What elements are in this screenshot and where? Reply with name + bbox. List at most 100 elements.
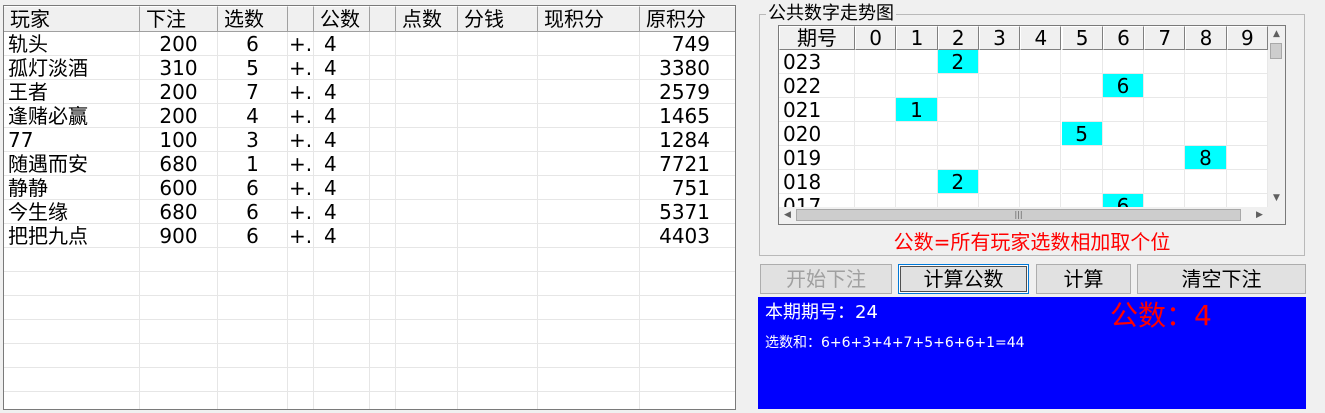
- share: [458, 80, 538, 104]
- table-row[interactable]: 孤灯淡酒 310 5 +. 4 3380: [4, 56, 735, 80]
- trend-header-digit[interactable]: 1: [896, 26, 938, 50]
- trend-empty-cell: [978, 50, 1021, 74]
- operator: +.: [288, 104, 314, 128]
- picked-number: 7: [218, 80, 288, 104]
- col-header-original[interactable]: 原积分: [640, 6, 735, 32]
- scroll-up-icon[interactable]: ▲: [1268, 26, 1285, 43]
- trend-header-digit[interactable]: 3: [978, 26, 1021, 50]
- trend-empty-cell: [1226, 170, 1268, 194]
- start-bet-button[interactable]: 开始下注: [760, 264, 892, 294]
- trend-row[interactable]: 019 8: [779, 146, 1269, 170]
- trend-empty-cell: [1226, 98, 1268, 122]
- trend-empty-cell: [896, 170, 938, 194]
- trend-header-digit[interactable]: 5: [1061, 26, 1103, 50]
- table-row[interactable]: [4, 392, 735, 409]
- player-grid[interactable]: 玩家 下注 选数 公数 点数 分钱 现积分 原积分 轨头 200 6 +. 4 749 孤灯…: [3, 5, 736, 410]
- trend-row[interactable]: 021 1: [779, 98, 1269, 122]
- points: [396, 200, 458, 224]
- clear-bet-button[interactable]: 清空下注: [1137, 264, 1306, 294]
- trend-grid[interactable]: 期号 0 1 2 3 4 5 6 7 8 9 023 2 022 6 021 1 020 5 019 8 018 2 017…: [778, 25, 1286, 225]
- trend-header-digit[interactable]: 8: [1185, 26, 1227, 50]
- table-row[interactable]: [4, 368, 735, 392]
- trend-empty-cell: [855, 122, 897, 146]
- col-header-public[interactable]: 公数: [314, 6, 370, 32]
- bet-amount: 200: [140, 104, 218, 128]
- col-header-bet[interactable]: 下注: [140, 6, 218, 32]
- table-row[interactable]: 轨头 200 6 +. 4 749: [4, 32, 735, 56]
- original-score: 751: [640, 176, 735, 200]
- col-header-current[interactable]: 现积分: [538, 6, 640, 32]
- horizontal-scroll-thumb[interactable]: |||: [796, 209, 1241, 221]
- trend-row[interactable]: 020 5: [779, 122, 1269, 146]
- trend-header-period[interactable]: 期号: [779, 26, 855, 50]
- trend-header-digit[interactable]: 9: [1226, 26, 1268, 50]
- scroll-left-icon[interactable]: ◀: [779, 207, 796, 224]
- public-number: [314, 296, 370, 320]
- trend-empty-cell: [855, 146, 897, 170]
- table-row[interactable]: [4, 320, 735, 344]
- trend-header-digit[interactable]: 0: [855, 26, 897, 50]
- table-row[interactable]: 逢赌必赢 200 4 +. 4 1465: [4, 104, 735, 128]
- table-row[interactable]: [4, 296, 735, 320]
- table-row[interactable]: [4, 272, 735, 296]
- table-row[interactable]: 今生缘 680 6 +. 4 5371: [4, 200, 735, 224]
- scroll-right-icon[interactable]: ▶: [1251, 207, 1268, 224]
- current-period-label: 本期期号：24: [765, 302, 878, 323]
- blank-cell: [370, 152, 396, 176]
- col-header-share[interactable]: 分钱: [458, 6, 538, 32]
- bet-amount: 680: [140, 200, 218, 224]
- vertical-scroll-thumb[interactable]: [1270, 43, 1282, 59]
- trend-empty-cell: [1144, 146, 1186, 170]
- player-name: [4, 296, 140, 320]
- public-number-label: 公数：4: [1110, 299, 1212, 332]
- table-row[interactable]: 静静 600 6 +. 4 751: [4, 176, 735, 200]
- trend-empty-cell: [978, 98, 1021, 122]
- trend-empty-cell: [1020, 170, 1062, 194]
- trend-header-digit[interactable]: 4: [1020, 26, 1062, 50]
- current-score: [538, 56, 640, 80]
- trend-empty-cell: [1061, 98, 1103, 122]
- trend-header-digit[interactable]: 6: [1102, 26, 1145, 50]
- table-row[interactable]: [4, 344, 735, 368]
- col-header-pick[interactable]: 选数: [218, 6, 288, 32]
- player-grid-header: 玩家 下注 选数 公数 点数 分钱 现积分 原积分: [4, 6, 735, 32]
- player-name: [4, 248, 140, 272]
- trend-empty-cell: [937, 74, 979, 98]
- player-name: [4, 344, 140, 368]
- trend-hit-cell: 1: [896, 98, 938, 122]
- trend-row[interactable]: 018 2: [779, 170, 1269, 194]
- col-header-player[interactable]: 玩家: [4, 6, 140, 32]
- bet-amount: [140, 344, 218, 368]
- player-name: 轨头: [4, 32, 140, 56]
- trend-horizontal-scrollbar[interactable]: ◀ ||| ▶: [779, 207, 1268, 224]
- table-row[interactable]: 77 100 3 +. 4 1284: [4, 128, 735, 152]
- blank-cell: [370, 344, 396, 368]
- col-header-op[interactable]: [288, 6, 314, 32]
- col-header-blank[interactable]: [370, 6, 396, 32]
- table-row[interactable]: 把把九点 900 6 +. 4 4403: [4, 224, 735, 248]
- bet-amount: 200: [140, 80, 218, 104]
- calc-button[interactable]: 计算: [1036, 264, 1131, 294]
- trend-header-digit[interactable]: 2: [937, 26, 979, 50]
- trend-header-digit[interactable]: 7: [1144, 26, 1186, 50]
- trend-empty-cell: [1144, 98, 1186, 122]
- public-number: 4: [314, 128, 370, 152]
- trend-row[interactable]: 023 2: [779, 50, 1269, 74]
- calc-public-button[interactable]: 计算公数: [898, 264, 1029, 294]
- player-name: 静静: [4, 176, 140, 200]
- trend-empty-cell: [937, 146, 979, 170]
- scroll-down-icon[interactable]: ▼: [1268, 190, 1285, 207]
- original-score: [640, 392, 735, 409]
- trend-vertical-scrollbar[interactable]: ▲ ▼: [1268, 26, 1285, 207]
- trend-row[interactable]: 022 6: [779, 74, 1269, 98]
- picked-number: [218, 296, 288, 320]
- operator: +.: [288, 56, 314, 80]
- blank-cell: [370, 32, 396, 56]
- table-row[interactable]: [4, 248, 735, 272]
- col-header-points[interactable]: 点数: [396, 6, 458, 32]
- table-row[interactable]: 王者 200 7 +. 4 2579: [4, 80, 735, 104]
- share: [458, 152, 538, 176]
- trend-empty-cell: [896, 74, 938, 98]
- table-row[interactable]: 随遇而安 680 1 +. 4 7721: [4, 152, 735, 176]
- player-name: 77: [4, 128, 140, 152]
